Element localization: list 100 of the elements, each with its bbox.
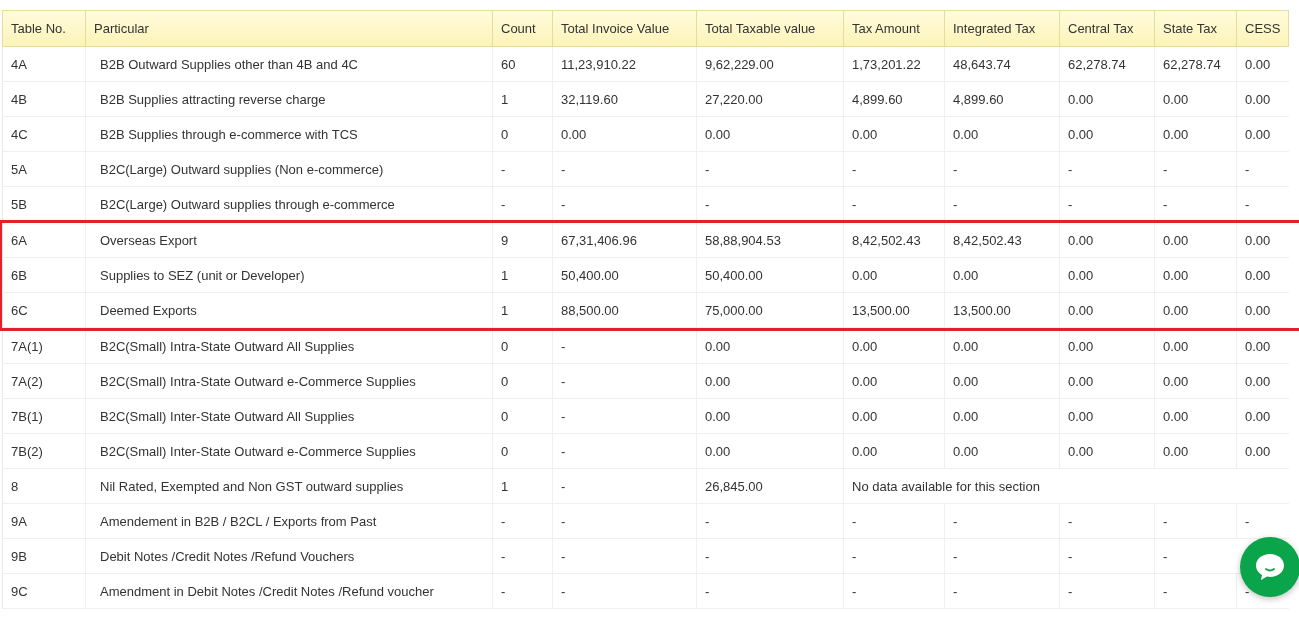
table-number-cell-text: 9C — [10, 582, 29, 601]
particular-cell: Supplies to SEZ (unit or Developer) — [85, 258, 492, 292]
column-header: Tax Amount — [843, 11, 944, 46]
table-cell: - — [552, 469, 696, 503]
table-cell: 1,73,201.22 — [843, 47, 944, 81]
table-cell: 60 — [492, 47, 552, 81]
table-cell: 62,278.74 — [1059, 47, 1154, 81]
table-number-cell-text: 6C — [10, 301, 29, 320]
table-cell: - — [1154, 539, 1236, 573]
table-cell: 48,643.74 — [944, 47, 1059, 81]
particular-cell: Debit Notes /Credit Notes /Refund Vouchers — [85, 539, 492, 573]
column-header: Count — [492, 11, 552, 46]
table-cell: - — [552, 574, 696, 608]
table-cell: 11,23,910.22 — [552, 47, 696, 81]
column-header: State Tax — [1154, 11, 1236, 46]
particular-cell: B2C(Small) Inter-State Outward All Supplies — [85, 399, 492, 433]
table-number-cell-text: 7B(1) — [10, 407, 44, 426]
column-header: Table No. — [10, 20, 67, 38]
table-cell: 0 — [492, 329, 552, 363]
table-number-cell-text: 7B(2) — [10, 442, 44, 461]
no-data-message: No data available for this section — [843, 469, 1290, 503]
particular-cell: Nil Rated, Exempted and Non GST outward supplies — [85, 469, 492, 503]
table-cell: - — [552, 364, 696, 398]
table-cell: 0.00 — [1154, 82, 1236, 116]
table-cell: - — [552, 539, 696, 573]
table-cell: - — [1236, 152, 1290, 186]
table-cell: - — [843, 539, 944, 573]
table-cell: - — [1154, 187, 1236, 221]
table-cell: 0.00 — [1154, 434, 1236, 468]
table-cell: 0.00 — [944, 399, 1059, 433]
table-cell: 0.00 — [843, 399, 944, 433]
table-cell: 0 — [492, 364, 552, 398]
table-cell: 67,31,406.96 — [552, 223, 696, 257]
table-cell: 8,42,502.43 — [944, 223, 1059, 257]
table-cell: 13,500.00 — [944, 293, 1059, 327]
table-cell: 4,899.60 — [944, 82, 1059, 116]
table-cell: 0.00 — [1236, 364, 1290, 398]
table-cell: - — [1059, 152, 1154, 186]
table-cell: 75,000.00 — [696, 293, 843, 327]
table-cell: - — [696, 504, 843, 538]
table-number-cell-text: 7A(2) — [10, 372, 44, 391]
table-cell: 27,220.00 — [696, 82, 843, 116]
table-cell: 0.00 — [1059, 434, 1154, 468]
table-cell: - — [492, 539, 552, 573]
table-cell: - — [843, 187, 944, 221]
table-cell: 0.00 — [944, 434, 1059, 468]
table-cell: 0.00 — [843, 434, 944, 468]
table-cell: - — [696, 187, 843, 221]
table-cell: - — [696, 574, 843, 608]
table-cell: - — [944, 187, 1059, 221]
table-cell: - — [696, 152, 843, 186]
table-cell: 1 — [492, 469, 552, 503]
table-cell: - — [492, 152, 552, 186]
table-cell: - — [552, 504, 696, 538]
table-cell: 0.00 — [1236, 117, 1290, 151]
table-cell: 88,500.00 — [552, 293, 696, 327]
table-cell: 0.00 — [1236, 434, 1290, 468]
table-number-cell-text: 5B — [10, 195, 28, 214]
table-cell: - — [944, 504, 1059, 538]
table-cell: 0.00 — [843, 329, 944, 363]
particular-cell: B2B Supplies through e-commerce with TCS — [85, 117, 492, 151]
table-cell: - — [1059, 504, 1154, 538]
table-cell: 0.00 — [843, 117, 944, 151]
table-number-cell-text: 6B — [10, 266, 28, 285]
table-cell: 62,278.74 — [1154, 47, 1236, 81]
table-cell: 0.00 — [944, 117, 1059, 151]
table-cell: 0.00 — [1154, 117, 1236, 151]
table-cell: 0.00 — [1059, 223, 1154, 257]
table-cell: - — [944, 539, 1059, 573]
table-cell: 0.00 — [1059, 364, 1154, 398]
table-number-cell-text: 9B — [10, 547, 28, 566]
table-cell: 0.00 — [1154, 364, 1236, 398]
column-header: Integrated Tax — [944, 11, 1059, 46]
table-number-cell-text: 7A(1) — [10, 337, 44, 356]
table-cell: 0.00 — [1236, 399, 1290, 433]
table-cell: 0.00 — [1059, 258, 1154, 292]
table-cell: 32,119.60 — [552, 82, 696, 116]
table-cell: 0.00 — [1154, 258, 1236, 292]
particular-cell: B2B Supplies attracting reverse charge — [85, 82, 492, 116]
table-cell: 0.00 — [1154, 223, 1236, 257]
particular-cell: Amendement in B2B / B2CL / Exports from Past — [85, 504, 492, 538]
table-cell: - — [492, 187, 552, 221]
chat-button[interactable] — [1240, 537, 1299, 597]
table-cell: 26,845.00 — [696, 469, 843, 503]
table-cell: - — [1059, 539, 1154, 573]
column-header: Particular — [85, 11, 492, 46]
table-number-cell-text: 6A — [10, 231, 28, 250]
particular-cell: B2B Outward Supplies other than 4B and 4C — [85, 47, 492, 81]
particular-cell: B2C(Large) Outward supplies through e-commerce — [85, 187, 492, 221]
table-cell: 0.00 — [1236, 329, 1290, 363]
table-number-cell-text: 4A — [10, 55, 28, 74]
table-cell: 0 — [492, 434, 552, 468]
table-cell: 9 — [492, 223, 552, 257]
table-cell: - — [552, 434, 696, 468]
table-cell: 0.00 — [696, 434, 843, 468]
table-number-cell-text: 4C — [10, 125, 29, 144]
table-cell: - — [944, 574, 1059, 608]
table-cell: 50,400.00 — [552, 258, 696, 292]
table-cell: 0.00 — [1236, 223, 1290, 257]
particular-cell: Deemed Exports — [85, 293, 492, 327]
